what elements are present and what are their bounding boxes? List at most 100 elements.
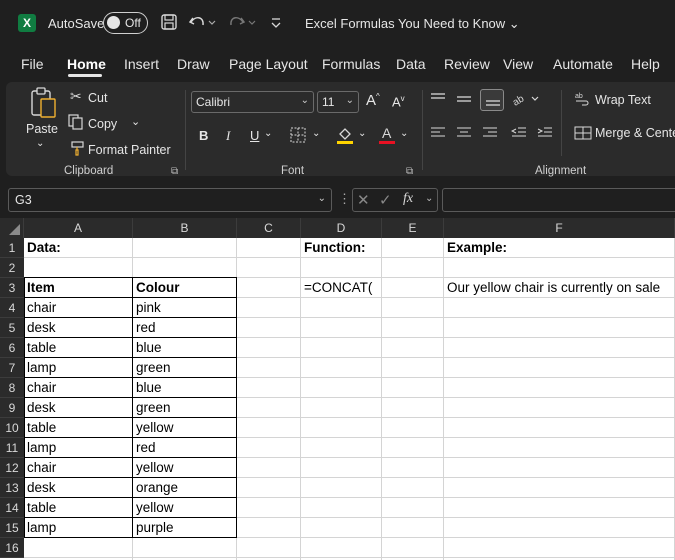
colour-cell[interactable]: yellow bbox=[134, 498, 174, 518]
wrap-text-button[interactable]: Wrap Text bbox=[595, 93, 651, 107]
colour-cell[interactable]: purple bbox=[134, 518, 174, 538]
increase-font-size-icon[interactable]: A^ bbox=[366, 92, 380, 109]
column-header-e[interactable]: E bbox=[382, 218, 444, 238]
save-icon[interactable] bbox=[160, 13, 178, 36]
item-cell[interactable]: lamp bbox=[25, 438, 56, 458]
autosave-toggle[interactable]: Off bbox=[103, 12, 148, 34]
colour-cell[interactable]: red bbox=[134, 318, 156, 338]
cancel-icon[interactable]: ✕ bbox=[357, 191, 370, 209]
copy-icon[interactable] bbox=[68, 114, 84, 133]
item-cell[interactable]: chair bbox=[25, 298, 56, 318]
chevron-down-icon[interactable]: ⌄ bbox=[425, 193, 433, 204]
row-header[interactable]: 12 bbox=[0, 458, 24, 478]
decrease-font-size-icon[interactable]: Av bbox=[392, 94, 405, 109]
font-name-select[interactable]: Calibri ⌄ bbox=[191, 91, 314, 113]
font-color-dropdown-icon[interactable]: ⌄ bbox=[400, 128, 408, 139]
font-size-select[interactable]: 11 ⌄ bbox=[317, 91, 359, 113]
row-header[interactable]: 11 bbox=[0, 438, 24, 458]
item-cell[interactable]: table bbox=[25, 338, 56, 358]
increase-indent-icon[interactable] bbox=[537, 126, 553, 143]
example-label-cell[interactable]: Example: bbox=[445, 238, 507, 258]
row-header[interactable]: 4 bbox=[0, 298, 24, 318]
font-color-icon[interactable]: A bbox=[378, 125, 396, 148]
merge-center-icon[interactable] bbox=[574, 126, 592, 143]
data-label-cell[interactable]: Data: bbox=[25, 238, 61, 258]
row-header[interactable]: 14 bbox=[0, 498, 24, 518]
merge-center-button[interactable]: Merge & Cente bbox=[595, 126, 675, 140]
row-header[interactable]: 1 bbox=[0, 238, 24, 258]
row-header[interactable]: 5 bbox=[0, 318, 24, 338]
italic-icon[interactable]: I bbox=[226, 128, 230, 144]
item-cell[interactable]: lamp bbox=[25, 518, 56, 538]
copy-button[interactable]: Copy bbox=[88, 117, 117, 131]
name-box[interactable]: G3 ⌄ bbox=[8, 188, 332, 212]
tab-insert[interactable]: Insert bbox=[124, 56, 159, 72]
colour-cell[interactable]: blue bbox=[134, 378, 162, 398]
formula-input[interactable] bbox=[442, 188, 675, 212]
align-right-icon[interactable] bbox=[482, 126, 498, 143]
tab-file[interactable]: File bbox=[21, 56, 44, 72]
row-header[interactable]: 16 bbox=[0, 538, 24, 558]
cut-icon[interactable]: ✂ bbox=[70, 88, 82, 105]
example-cell[interactable]: Our yellow chair is currently on sale bbox=[445, 278, 660, 298]
item-cell[interactable]: chair bbox=[25, 458, 56, 478]
align-left-icon[interactable] bbox=[430, 126, 446, 143]
row-header[interactable]: 15 bbox=[0, 518, 24, 538]
spreadsheet-grid[interactable]: A B C D E F 1 2 3 4 5 6 7 8 9 10 11 12 13 14 15 16 Data… bbox=[0, 218, 675, 560]
tab-help[interactable]: Help bbox=[631, 56, 660, 72]
redo-icon[interactable] bbox=[228, 13, 258, 36]
fill-color-dropdown-icon[interactable]: ⌄ bbox=[358, 128, 366, 139]
item-cell[interactable]: desk bbox=[25, 318, 56, 338]
font-launcher-icon[interactable]: ⧉ bbox=[406, 166, 413, 177]
paste-icon[interactable] bbox=[28, 86, 58, 123]
function-cell[interactable]: =CONCAT( bbox=[302, 278, 372, 298]
row-header[interactable]: 6 bbox=[0, 338, 24, 358]
column-header-d[interactable]: D bbox=[301, 218, 382, 238]
row-header[interactable]: 9 bbox=[0, 398, 24, 418]
tab-page-layout[interactable]: Page Layout bbox=[229, 56, 308, 72]
more-options-icon[interactable]: ⋮ bbox=[338, 191, 351, 207]
colour-cell[interactable]: blue bbox=[134, 338, 162, 358]
column-header-a[interactable]: A bbox=[24, 218, 133, 238]
item-header-cell[interactable]: Item bbox=[25, 278, 55, 298]
align-middle-icon[interactable] bbox=[456, 92, 472, 109]
orientation-icon[interactable]: ab bbox=[511, 91, 541, 110]
tab-formulas[interactable]: Formulas bbox=[322, 56, 380, 72]
item-cell[interactable]: desk bbox=[25, 478, 56, 498]
format-painter-button[interactable]: Format Painter bbox=[88, 143, 171, 157]
function-label-cell[interactable]: Function: bbox=[302, 238, 365, 258]
row-header[interactable]: 8 bbox=[0, 378, 24, 398]
select-all-corner[interactable] bbox=[0, 218, 24, 238]
tab-data[interactable]: Data bbox=[396, 56, 426, 72]
row-header[interactable]: 2 bbox=[0, 258, 24, 278]
underline-dropdown-icon[interactable]: ⌄ bbox=[264, 128, 272, 139]
row-header[interactable]: 10 bbox=[0, 418, 24, 438]
colour-cell[interactable]: green bbox=[134, 358, 171, 378]
paste-dropdown-icon[interactable]: ⌄ bbox=[36, 138, 44, 149]
borders-icon[interactable] bbox=[290, 127, 306, 146]
tab-view[interactable]: View bbox=[503, 56, 533, 72]
format-painter-icon[interactable] bbox=[70, 140, 86, 159]
column-header-f[interactable]: F bbox=[444, 218, 675, 238]
tab-review[interactable]: Review bbox=[444, 56, 490, 72]
underline-icon[interactable]: U bbox=[250, 128, 259, 143]
colour-cell[interactable]: orange bbox=[134, 478, 178, 498]
customize-toolbar-icon[interactable] bbox=[270, 13, 282, 34]
insert-function-button[interactable]: fx bbox=[403, 191, 413, 207]
decrease-indent-icon[interactable] bbox=[510, 126, 527, 143]
column-header-b[interactable]: B bbox=[133, 218, 237, 238]
item-cell[interactable]: chair bbox=[25, 378, 56, 398]
borders-dropdown-icon[interactable]: ⌄ bbox=[312, 128, 320, 139]
item-cell[interactable]: lamp bbox=[25, 358, 56, 378]
align-center-icon[interactable] bbox=[456, 126, 472, 143]
enter-icon[interactable]: ✓ bbox=[379, 191, 392, 209]
row-header[interactable]: 3 bbox=[0, 278, 24, 298]
wrap-text-icon[interactable]: ab bbox=[575, 91, 591, 110]
row-header[interactable]: 13 bbox=[0, 478, 24, 498]
item-cell[interactable]: table bbox=[25, 418, 56, 438]
document-title[interactable]: Excel Formulas You Need to Know ⌄ bbox=[305, 16, 520, 32]
tab-home[interactable]: Home bbox=[67, 56, 106, 72]
align-bottom-icon[interactable] bbox=[480, 89, 504, 111]
copy-dropdown-icon[interactable]: ⌄ bbox=[131, 115, 140, 128]
row-header[interactable]: 7 bbox=[0, 358, 24, 378]
